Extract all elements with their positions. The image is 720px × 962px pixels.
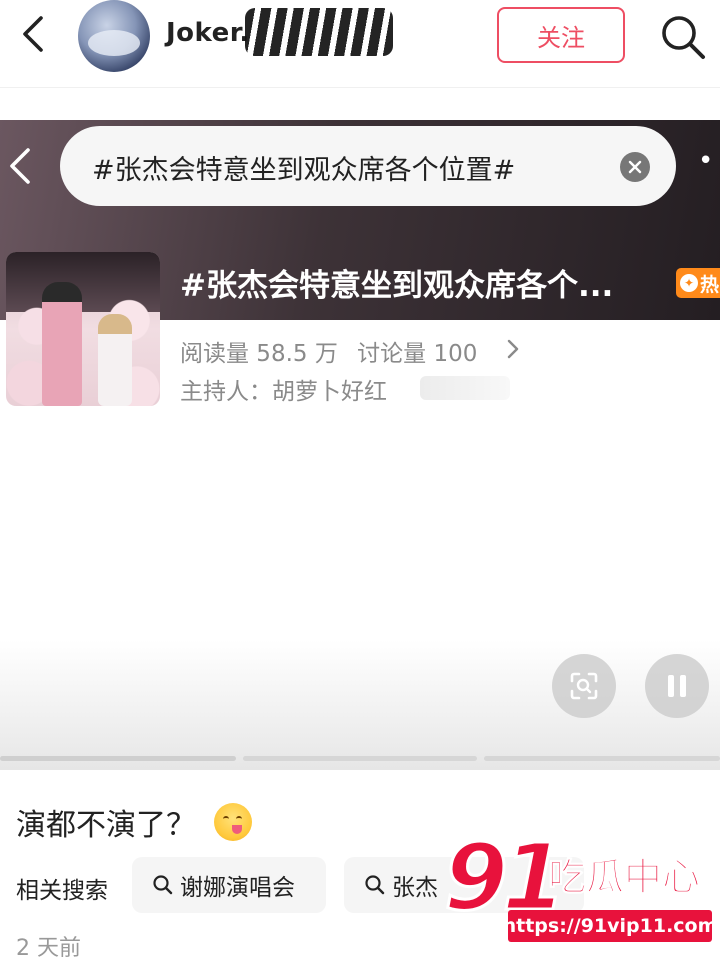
chevron-left-icon xyxy=(10,148,30,184)
topic-search-bar[interactable]: #张杰会特意坐到观众席各个位置# xyxy=(60,126,676,206)
read-count: 阅读量 58.5 万 xyxy=(180,341,338,367)
username[interactable]: Joker. xyxy=(166,18,250,48)
clear-search-button[interactable] xyxy=(620,152,650,182)
topic-thumbnail[interactable] xyxy=(6,252,160,406)
avatar[interactable] xyxy=(78,0,150,72)
search-query[interactable]: #张杰会特意坐到观众席各个位置# xyxy=(92,148,515,187)
progress-segment xyxy=(484,756,720,761)
fire-icon: ✦ xyxy=(680,274,698,292)
follow-button[interactable]: 关注 xyxy=(497,7,625,63)
related-search-chip-label: 张杰 xyxy=(392,875,438,901)
progress-segment xyxy=(243,756,477,761)
back-button[interactable] xyxy=(14,14,54,54)
post-body: 演都不演了？ xyxy=(16,808,196,843)
topic-host: 主持人：胡萝卜好红 xyxy=(180,379,387,405)
pause-icon xyxy=(668,675,686,697)
watermark-url: https://91vip11.com xyxy=(503,910,717,942)
related-search-label: 相关搜索 xyxy=(16,878,108,904)
hot-badge: ✦ 热 xyxy=(676,268,720,298)
hot-badge-label: 热 xyxy=(700,273,720,296)
related-search-chip[interactable]: 谢娜演唱会 xyxy=(132,857,326,913)
search-button[interactable] xyxy=(658,12,708,62)
redacted-username xyxy=(245,8,393,56)
scan-icon xyxy=(570,672,598,700)
related-search-chip-label: 谢娜演唱会 xyxy=(180,875,295,901)
topic-title[interactable]: #张杰会特意坐到观众席各个... xyxy=(180,260,670,305)
search-icon xyxy=(153,875,173,895)
chevron-right-icon[interactable] xyxy=(504,338,522,360)
media-back-button[interactable] xyxy=(2,144,42,188)
search-icon xyxy=(365,875,385,895)
pause-button[interactable] xyxy=(645,654,709,718)
watermark-logo-text: 吃瓜中心 xyxy=(547,855,701,900)
progress-segment xyxy=(0,756,236,761)
post-timestamp: 2 天前 xyxy=(16,936,81,961)
post-text: 演都不演了？ xyxy=(16,800,252,844)
media-fade-overlay xyxy=(0,640,720,770)
discussion-count: 讨论量 100 xyxy=(357,341,478,367)
close-icon xyxy=(628,160,642,174)
topic-stats[interactable]: 阅读量 58.5 万 讨论量 100 xyxy=(180,334,489,368)
yum-emoji-icon xyxy=(214,803,252,841)
search-icon xyxy=(662,16,705,59)
chevron-left-icon xyxy=(23,16,43,52)
top-bar: Joker. 关注 xyxy=(0,0,720,88)
image-search-button[interactable] xyxy=(552,654,616,718)
media-viewer[interactable]: #张杰会特意坐到观众席各个位置# • #张杰会特意坐到观众席各个... ✦ 热 … xyxy=(0,120,720,770)
more-options-icon[interactable]: • xyxy=(698,148,713,174)
blurred-region xyxy=(420,376,510,400)
